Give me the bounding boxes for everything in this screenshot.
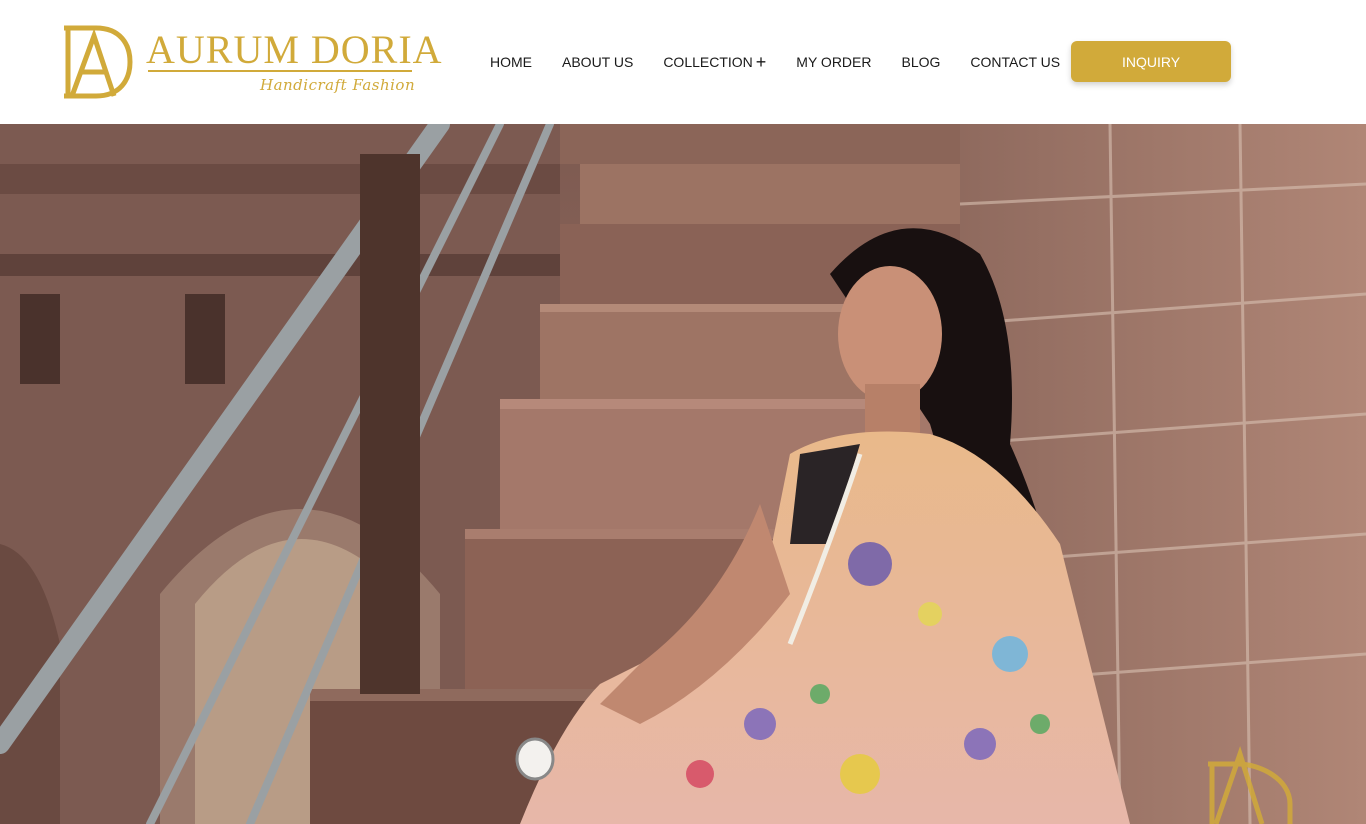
nav-my-order[interactable]: MY ORDER — [796, 52, 871, 72]
nav-my-order-label: MY ORDER — [796, 54, 872, 70]
nav-home[interactable]: HOME — [490, 52, 532, 72]
brand-name: AURUM DORIA — [146, 27, 443, 72]
site-logo[interactable]: AURUM DORIA Handicraft Fashion — [62, 22, 442, 102]
ad-monogram-icon — [64, 25, 133, 99]
brand-tagline: Handicraft Fashion — [260, 76, 416, 94]
site-header: AURUM DORIA Handicraft Fashion HOME ABOU… — [0, 0, 1366, 124]
plus-icon[interactable]: + — [756, 53, 767, 71]
nav-home-label: HOME — [490, 54, 532, 70]
main-nav: HOME ABOUT US COLLECTION + MY ORDER BLOG… — [490, 52, 1090, 72]
nav-contact-us-label: CONTACT US — [970, 54, 1061, 70]
nav-blog-label: BLOG — [901, 54, 941, 70]
hero-banner — [0, 124, 1366, 824]
nav-about-us[interactable]: ABOUT US — [562, 52, 633, 72]
brand-divider — [148, 70, 412, 72]
nav-about-us-label: ABOUT US — [562, 54, 634, 70]
inquiry-button[interactable]: INQUIRY — [1071, 41, 1231, 82]
nav-contact-us[interactable]: CONTACT US — [970, 52, 1060, 72]
nav-collection-label: COLLECTION — [663, 54, 753, 70]
nav-collection[interactable]: COLLECTION + — [663, 52, 766, 72]
nav-blog[interactable]: BLOG — [902, 52, 941, 72]
hero-image — [0, 124, 1366, 824]
